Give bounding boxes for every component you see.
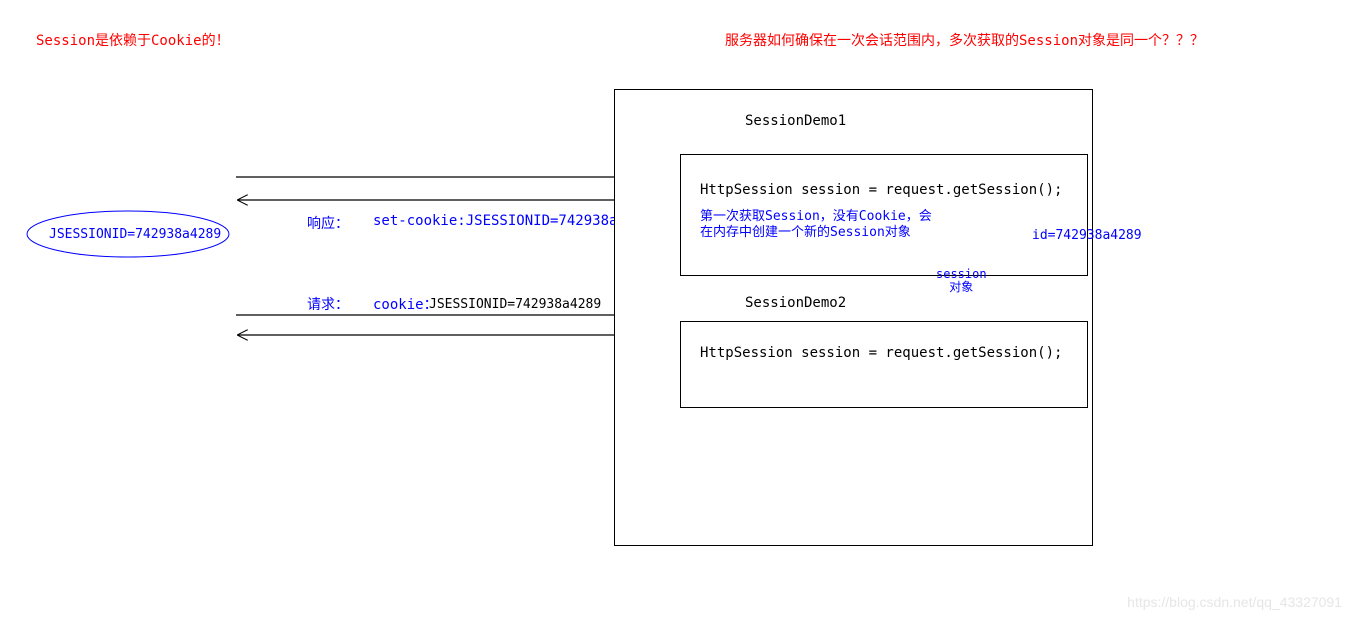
session-id-text: id=742938a4289 [1032, 228, 1142, 243]
title-left: Session是依赖于Cookie的！ [36, 30, 230, 50]
client-cookie-text: JSESSIONID=742938a4289 [49, 227, 221, 242]
sessiondemo1-label: SessionDemo1 [745, 113, 846, 129]
sessiondemo2-label: SessionDemo2 [745, 295, 846, 311]
sessiondemo2-code: HttpSession session = request.getSession… [700, 345, 1062, 361]
request-label: 请求： [307, 294, 349, 314]
sessiondemo2-box [680, 321, 1088, 408]
request-cookie-value: JSESSIONID=742938a4289 [429, 297, 601, 312]
sessiondemo1-code: HttpSession session = request.getSession… [700, 182, 1062, 198]
title-right: 服务器如何确保在一次会话范围内，多次获取的Session对象是同一个？？？ [725, 30, 1204, 50]
session-object-label: session 对象 [936, 268, 987, 294]
watermark: https://blog.csdn.net/qq_43327091 [1127, 594, 1342, 610]
response-label: 响应： [307, 213, 349, 233]
request-cookie-label: cookie： [373, 294, 438, 314]
response-value: set-cookie:JSESSIONID=742938a4289 [373, 213, 651, 229]
session-object-label-2: 对象 [936, 281, 987, 294]
sessiondemo1-note-2: 在内存中创建一个新的Session对象 [700, 221, 911, 240]
